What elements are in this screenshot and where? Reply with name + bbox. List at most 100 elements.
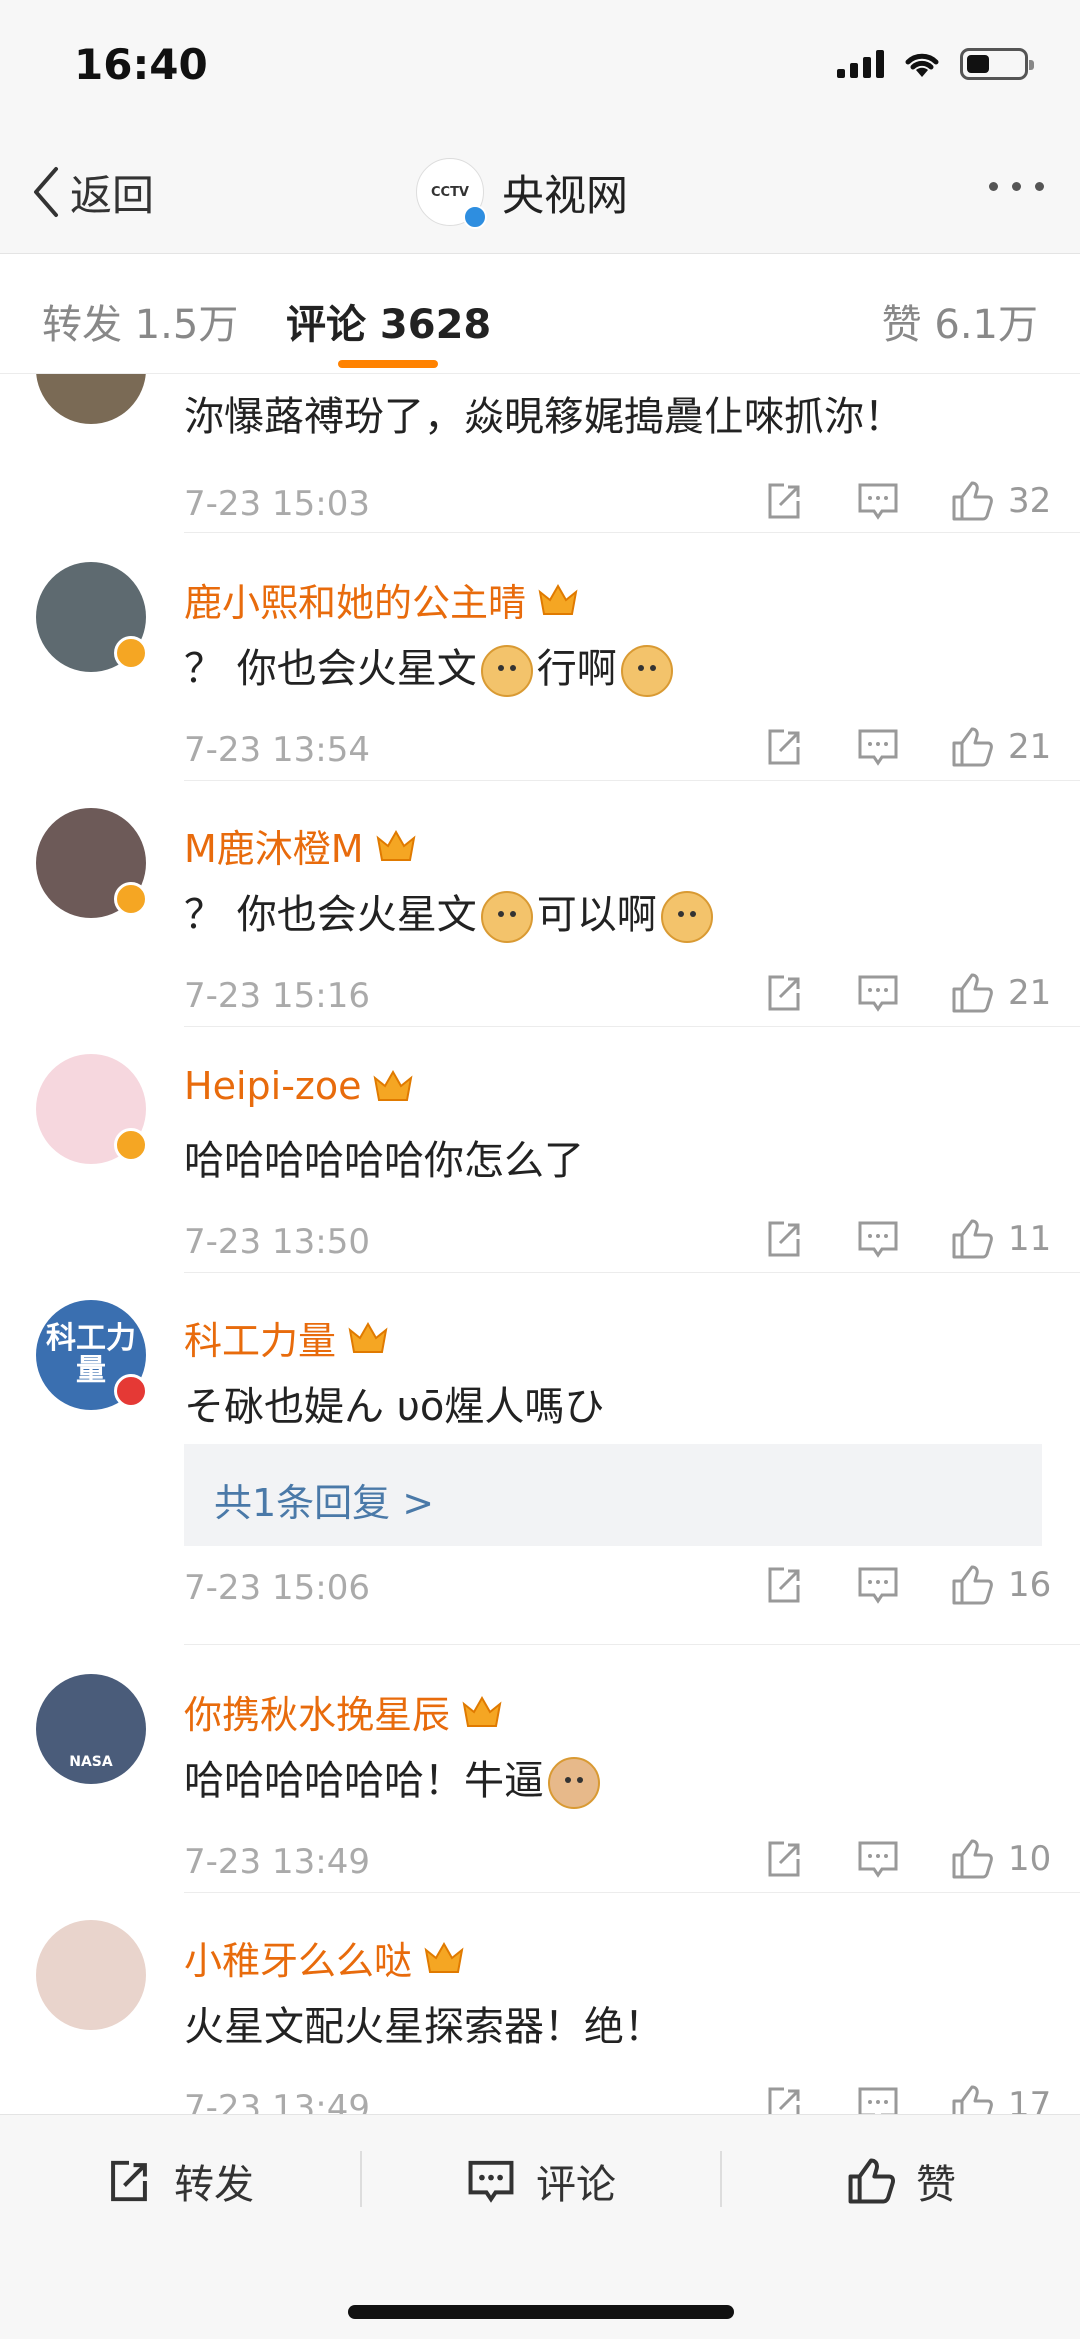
- share-icon[interactable]: [762, 1837, 806, 1881]
- avatar[interactable]: [36, 1920, 146, 2030]
- like-icon[interactable]: [950, 1837, 994, 1881]
- verified-badge-icon: [114, 1374, 148, 1408]
- like-label: 赞: [916, 2162, 956, 2208]
- divider: [184, 532, 1080, 533]
- share-icon: [111, 2160, 147, 2202]
- active-tab-indicator: [338, 360, 438, 368]
- back-label: 返回: [70, 170, 155, 220]
- avatar[interactable]: [36, 808, 148, 918]
- divider: [184, 1644, 1080, 1645]
- comment-list[interactable]: 沵懪蕗禣玢了，焱晛簃娓搗曟仩唻抓沵！ 7-23 15:03 32 鹿小熙和她的公…: [0, 374, 1080, 2114]
- cat-emoji-icon: [548, 1757, 600, 1809]
- verified-badge-icon: [114, 882, 148, 916]
- comment-button[interactable]: 评论: [466, 2151, 616, 2211]
- avatar[interactable]: 科工力量: [36, 1300, 148, 1410]
- username[interactable]: 你携秋水挽星辰: [184, 1684, 504, 1739]
- like-icon[interactable]: [950, 2083, 994, 2114]
- repost-label: 转发: [174, 2162, 254, 2208]
- crown-icon: [462, 1695, 502, 1727]
- like-icon[interactable]: [950, 725, 994, 769]
- avatar[interactable]: NASA: [36, 1674, 146, 1784]
- comment-text: そ砯也媞ん υō煋人嗎ひ: [184, 1384, 605, 1430]
- comment-label: 评论: [536, 2162, 616, 2208]
- doge-emoji-icon: [480, 891, 533, 943]
- like-count: 21: [1008, 973, 1052, 1013]
- tab-bar: 转发 1.5万 评论 3628 赞 6.1万: [0, 254, 1080, 374]
- status-bar: 16:40: [0, 0, 1080, 130]
- share-icon[interactable]: [762, 2083, 806, 2114]
- like-icon: [848, 2158, 895, 2204]
- wifi-icon: [905, 53, 939, 77]
- comment-time: 7-23 13:50: [184, 1222, 370, 1262]
- view-replies-link[interactable]: 共1条回复 >: [214, 1472, 434, 1527]
- status-icons: [837, 48, 1034, 80]
- comment-icon[interactable]: [856, 971, 900, 1015]
- comment-time: 7-23 15:16: [184, 976, 370, 1016]
- username[interactable]: 鹿小熙和她的公主晴: [184, 572, 580, 627]
- reply-preview[interactable]: 共1条回复 >: [184, 1444, 1042, 1546]
- tab-like[interactable]: 赞 6.1万: [882, 292, 1038, 350]
- divider: [184, 780, 1080, 781]
- comment-text: 火星文配火星探索器！绝！: [184, 2004, 664, 2050]
- like-icon[interactable]: [950, 1563, 994, 1607]
- bottom-action-bar: 转发 评论 赞: [0, 2114, 1080, 2339]
- like-icon[interactable]: [950, 479, 994, 523]
- like-count: 21: [1008, 727, 1052, 767]
- avatar[interactable]: [36, 562, 148, 672]
- page-title: 央视网: [502, 170, 629, 220]
- comment-icon[interactable]: [856, 1217, 900, 1261]
- comment-icon: [468, 2160, 514, 2203]
- share-icon[interactable]: [762, 1217, 806, 1261]
- comment-text: ？ 你也会火星文 可以啊: [184, 882, 717, 943]
- share-icon[interactable]: [762, 725, 806, 769]
- comment-icon[interactable]: [856, 725, 900, 769]
- comment-icon[interactable]: [856, 2083, 900, 2114]
- share-icon[interactable]: [762, 1563, 806, 1607]
- comment-time: 7-23 13:54: [184, 730, 370, 770]
- verified-badge-icon: [114, 1128, 148, 1162]
- comment-text: 沵懪蕗禣玢了，焱晛簃娓搗曟仩唻抓沵！: [184, 394, 904, 440]
- separator: [360, 2151, 362, 2207]
- username[interactable]: Heipi-zoe: [184, 1064, 415, 1108]
- share-icon[interactable]: [762, 479, 806, 523]
- like-icon[interactable]: [950, 1217, 994, 1261]
- separator: [720, 2151, 722, 2207]
- more-options-icon[interactable]: [989, 182, 1044, 191]
- share-icon[interactable]: [762, 971, 806, 1015]
- verified-badge-icon: [114, 636, 148, 670]
- comment-time: 7-23 13:49: [184, 1842, 370, 1882]
- comment-actions: 32: [712, 476, 1052, 526]
- comment-text: 哈哈哈哈哈哈！牛逼: [184, 1748, 604, 1809]
- back-button[interactable]: 返回: [30, 160, 154, 224]
- tab-repost[interactable]: 转发 1.5万: [42, 292, 238, 350]
- cellular-signal-icon: [837, 50, 884, 78]
- comment-time: 7-23 15:06: [184, 1568, 370, 1608]
- account-avatar[interactable]: CCTV: [416, 158, 487, 229]
- like-count: 11: [1008, 1219, 1052, 1259]
- like-icon[interactable]: [950, 971, 994, 1015]
- avatar[interactable]: [36, 1054, 148, 1164]
- username[interactable]: 科工力量: [184, 1310, 390, 1365]
- divider: [184, 1892, 1080, 1893]
- comment-icon[interactable]: [856, 479, 900, 523]
- username[interactable]: M鹿沐橙M: [184, 818, 418, 873]
- divider: [184, 1026, 1080, 1027]
- home-indicator[interactable]: [348, 2305, 734, 2319]
- repost-button[interactable]: 转发: [104, 2151, 254, 2211]
- account-header[interactable]: CCTV 央视网: [416, 156, 629, 229]
- nav-bar: 返回 CCTV 央视网: [0, 130, 1080, 254]
- crown-icon: [376, 829, 416, 861]
- verified-badge-icon: [463, 205, 487, 229]
- avatar[interactable]: [36, 374, 146, 424]
- like-button[interactable]: 赞: [846, 2151, 956, 2211]
- username[interactable]: 小稚牙么么哒: [184, 1930, 466, 1985]
- comment-text: 哈哈哈哈哈哈你怎么了: [184, 1138, 584, 1184]
- like-count: 32: [1008, 481, 1052, 521]
- tab-comment[interactable]: 评论 3628: [286, 292, 491, 350]
- comment-icon[interactable]: [856, 1837, 900, 1881]
- comment-actions: 11: [712, 1214, 1052, 1264]
- comment-actions: 21: [712, 968, 1052, 1018]
- comment-actions: 16: [712, 1560, 1052, 1610]
- comment-text: ？ 你也会火星文 行啊: [184, 636, 677, 697]
- comment-icon[interactable]: [856, 1563, 900, 1607]
